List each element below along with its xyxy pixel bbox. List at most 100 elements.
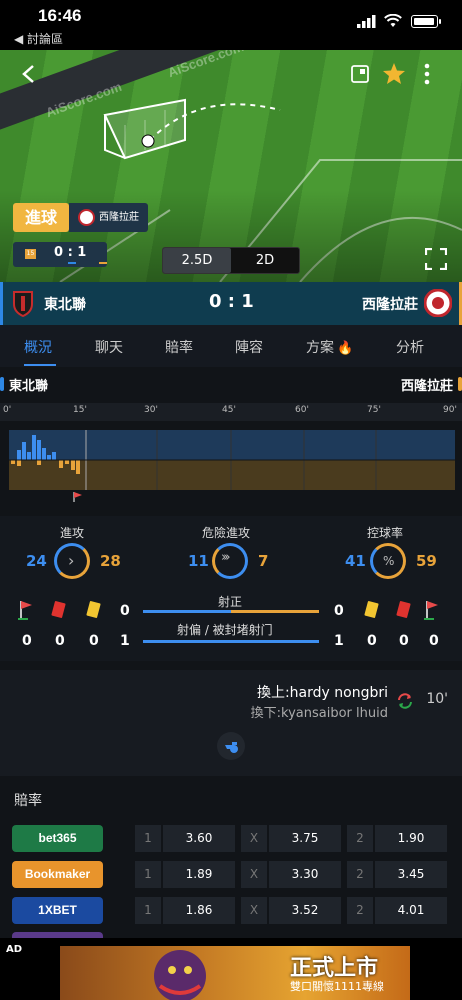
odds-key-away: 2 xyxy=(347,897,373,924)
tab-tips[interactable]: 方案 🔥 xyxy=(306,337,353,357)
substitution-icon xyxy=(398,693,412,709)
dangerous-attack-label: 危險進攻 xyxy=(202,526,251,540)
fire-icon: 🔥 xyxy=(337,341,354,356)
goal-team-name: 西隆拉莊 xyxy=(99,212,139,223)
corner-flag-icon xyxy=(18,601,32,620)
away-possession-value: 59 xyxy=(416,552,437,570)
home-yellow-value: 0 xyxy=(89,633,99,649)
bookmaker-1xbet[interactable]: 1XBET xyxy=(12,897,103,924)
ad-subline: 雙口關懷1111專線 xyxy=(290,980,384,993)
sub-minute: 10' xyxy=(426,691,448,707)
odds-home-value[interactable]: 1.89 xyxy=(163,861,235,888)
odds-key-home: 1 xyxy=(135,825,161,852)
odds-away-value[interactable]: 4.01 xyxy=(375,897,447,924)
view-mode-toggle[interactable]: 2.5D 2D xyxy=(162,247,300,274)
sub-out-player: 換下:kyansaibor lhuid xyxy=(250,706,388,721)
match-stats: 進攻 24 › 28 危險進攻 11 ››› 7 控球率 41 % 59 0 射… xyxy=(0,516,462,661)
back-arrow-icon[interactable] xyxy=(20,64,38,84)
away-dangerous-value: 7 xyxy=(258,552,269,570)
tick-label: 30' xyxy=(144,405,158,415)
possession-ring: % xyxy=(370,543,406,579)
yellow-card-icon xyxy=(86,600,101,619)
status-bar: 16:46 ◀ 討論區 xyxy=(0,0,462,50)
home-attack-value: 24 xyxy=(26,552,47,570)
possession-label: 控球率 xyxy=(367,526,404,540)
odds-away-value[interactable]: 3.45 xyxy=(375,861,447,888)
bookmaker-bet365[interactable]: bet365 xyxy=(12,825,103,852)
tab-chat[interactable]: 聊天 xyxy=(95,337,123,357)
wifi-icon xyxy=(384,14,402,27)
ad-banner[interactable]: AD 正式上市 雙口關懷1111專線 xyxy=(0,938,462,1000)
odds-key-draw: X xyxy=(241,825,267,852)
timeline-ticks: 0' 15' 30' 45' 60' 75' 90' xyxy=(0,403,462,421)
scoreboard-bar: 東北聯 0 : 1 西隆拉莊 xyxy=(0,282,462,325)
match-tabs: 概況 聊天 賠率 陣容 方案 🔥 分析 xyxy=(0,325,462,367)
home-on-target-value: 0 xyxy=(120,603,130,619)
percent-icon: % xyxy=(383,554,395,568)
home-corners-value: 0 xyxy=(22,633,32,649)
more-options-icon[interactable] xyxy=(424,63,430,85)
tab-lineup[interactable]: 陣容 xyxy=(235,337,263,357)
clock: 16:46 xyxy=(38,6,82,25)
bookmaker-bookmaker[interactable]: Bookmaker xyxy=(12,861,103,888)
home-team-crest-icon xyxy=(13,291,33,317)
red-card-icon xyxy=(51,600,66,619)
tab-analysis[interactable]: 分析 xyxy=(396,337,424,357)
view-25d-button[interactable]: 2.5D xyxy=(163,248,231,273)
match-field-animation: AiScore.com AiScore.com 進球 西隆拉莊 15 0 : 1 xyxy=(0,50,462,282)
favorite-star-icon[interactable] xyxy=(382,62,406,85)
away-attack-value: 28 xyxy=(100,552,121,570)
whistle-icon xyxy=(217,732,245,760)
match-score: 0 : 1 xyxy=(209,291,254,312)
view-2d-button[interactable]: 2D xyxy=(231,248,299,273)
tick-label: 75' xyxy=(367,405,381,415)
odds-section: 賠率 bet365 1 3.60 X 3.75 2 1.90 Bookmaker… xyxy=(0,776,462,948)
odds-draw-value[interactable]: 3.75 xyxy=(269,825,341,852)
tick-label: 0' xyxy=(3,405,12,415)
fullscreen-icon[interactable] xyxy=(425,248,447,270)
odds-key-draw: X xyxy=(241,861,267,888)
timeline-away-team: 西隆拉莊 xyxy=(400,379,453,394)
attack-ring: › xyxy=(54,543,90,579)
tick-label: 90' xyxy=(443,405,457,415)
attack-momentum-chart xyxy=(9,430,455,490)
home-team-name[interactable]: 東北聯 xyxy=(44,294,86,314)
goal-event-team: 西隆拉莊 xyxy=(69,203,148,232)
odds-draw-value[interactable]: 3.30 xyxy=(269,861,341,888)
odds-home-value[interactable]: 3.60 xyxy=(163,825,235,852)
home-red-value: 0 xyxy=(55,633,65,649)
minute-flag-icon: 15 xyxy=(25,249,36,259)
triple-chevron-icon: ››› xyxy=(221,550,230,565)
away-on-target-value: 0 xyxy=(334,603,344,619)
picture-in-picture-icon[interactable] xyxy=(351,65,369,83)
red-card-icon xyxy=(396,600,411,619)
cellular-signal-icon xyxy=(357,15,376,28)
mini-scoreboard: 15 0 : 1 xyxy=(13,242,107,267)
team-badge-icon xyxy=(78,209,95,226)
odds-away-value[interactable]: 1.90 xyxy=(375,825,447,852)
on-target-label: 射正 xyxy=(218,595,243,609)
substitution-event: 換上:hardy nongbri 換下:kyansaibor lhuid 10' xyxy=(0,670,462,776)
tick-label: 60' xyxy=(295,405,309,415)
tab-overview[interactable]: 概況 xyxy=(24,337,52,357)
battery-icon xyxy=(411,15,441,28)
away-team-crest-icon xyxy=(424,289,452,317)
odds-home-value[interactable]: 1.86 xyxy=(163,897,235,924)
odds-draw-value[interactable]: 3.52 xyxy=(269,897,341,924)
back-to-app-link[interactable]: ◀ 討論區 xyxy=(14,30,63,47)
away-off-target-value: 1 xyxy=(334,633,344,649)
odds-key-home: 1 xyxy=(135,897,161,924)
away-yellow-value: 0 xyxy=(367,633,377,649)
home-dangerous-value: 11 xyxy=(188,552,209,570)
sub-in-player: 換上:hardy nongbri xyxy=(256,685,388,701)
tab-odds[interactable]: 賠率 xyxy=(165,337,193,357)
timeline-home-team: 東北聯 xyxy=(9,379,49,394)
tab-tips-label: 方案 xyxy=(306,340,334,356)
ball-icon xyxy=(141,134,155,148)
goal-event-label: 進球 xyxy=(13,203,69,232)
odds-key-away: 2 xyxy=(347,825,373,852)
attack-label: 進攻 xyxy=(60,526,85,540)
away-corners-value: 0 xyxy=(429,633,439,649)
tick-label: 15' xyxy=(73,405,87,415)
away-team-name[interactable]: 西隆拉莊 xyxy=(362,294,418,314)
